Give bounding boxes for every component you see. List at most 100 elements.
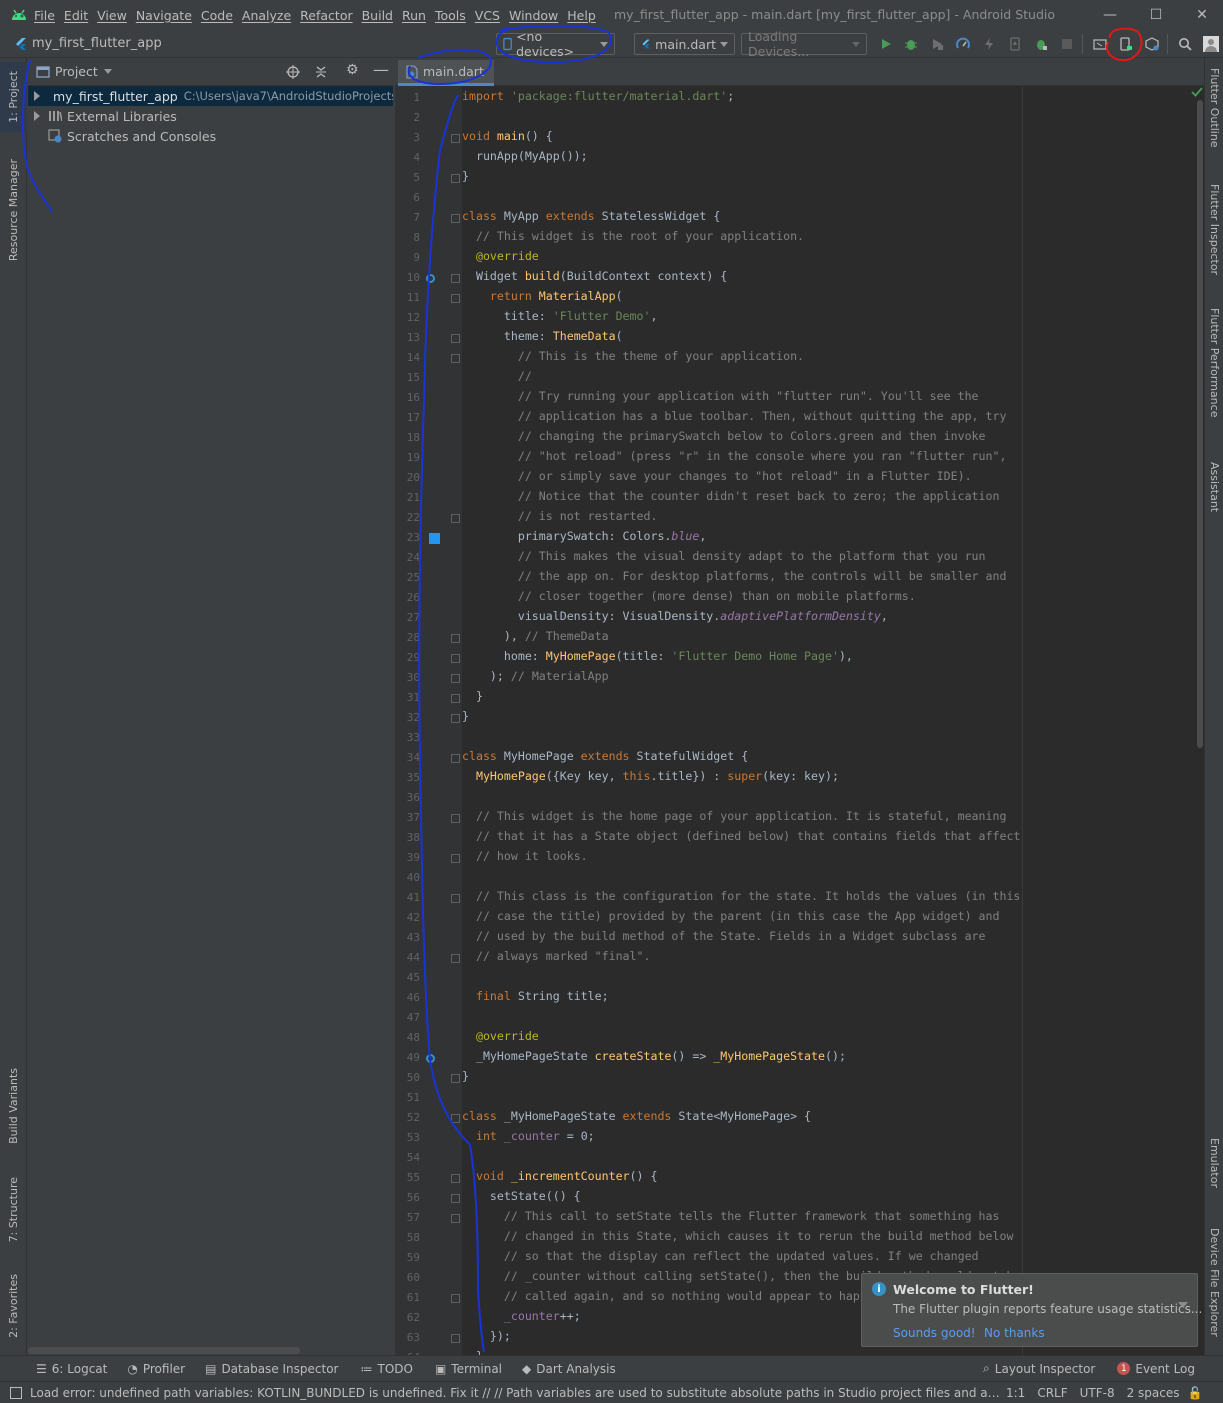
chevron-down-icon[interactable]: [103, 69, 112, 74]
code-line[interactable]: ), // ThemeData: [462, 629, 609, 643]
code-line[interactable]: runApp(MyApp());: [462, 149, 588, 163]
profile-icon[interactable]: [953, 34, 973, 54]
code-line[interactable]: //: [462, 369, 532, 383]
fold-marker-icon[interactable]: [451, 754, 460, 763]
code-line[interactable]: class MyApp extends StatelessWidget {: [462, 209, 720, 223]
fold-marker-icon[interactable]: [451, 1214, 460, 1223]
tool-tab-flutter-performance[interactable]: Flutter Performance: [1205, 308, 1223, 438]
code-line[interactable]: class MyHomePage extends StatefulWidget …: [462, 749, 748, 763]
tool-tab-project[interactable]: 1: Project: [0, 62, 27, 132]
menu-vcs[interactable]: VCS: [475, 8, 500, 23]
code-line[interactable]: // closer together (more dense) than on …: [462, 589, 916, 603]
code-line[interactable]: // Notice that the counter didn't reset …: [462, 489, 1000, 503]
fold-marker-icon[interactable]: [451, 354, 460, 363]
code-line[interactable]: @override: [462, 249, 539, 263]
menu-navigate[interactable]: Navigate: [136, 8, 192, 23]
code-line[interactable]: }: [462, 1069, 469, 1083]
menu-file[interactable]: File: [34, 8, 55, 23]
code-line[interactable]: }: [462, 689, 483, 703]
code-line[interactable]: import 'package:flutter/material.dart';: [462, 89, 734, 103]
tool-tab-flutter-outline[interactable]: Flutter Outline: [1205, 68, 1223, 178]
gear-icon[interactable]: ⚙: [346, 62, 359, 78]
fold-marker-icon[interactable]: [451, 1074, 460, 1083]
menu-run[interactable]: Run: [402, 8, 426, 23]
code-line[interactable]: home: MyHomePage(title: 'Flutter Demo Ho…: [462, 649, 853, 663]
code-line[interactable]: // changing the primarySwatch below to C…: [462, 429, 986, 443]
fold-marker-icon[interactable]: [451, 634, 460, 643]
tool-tab-logcat[interactable]: ☰ 6: Logcat: [36, 1362, 107, 1376]
user-avatar-icon[interactable]: [1201, 34, 1221, 54]
code-line[interactable]: // that it has a State object (defined b…: [462, 829, 1020, 843]
fold-marker-icon[interactable]: [451, 1334, 460, 1343]
minimize-button[interactable]: —: [1087, 0, 1133, 30]
fold-marker-icon[interactable]: [451, 674, 460, 683]
tool-windows-icon[interactable]: [10, 1386, 22, 1399]
fold-marker-icon[interactable]: [451, 334, 460, 343]
code-line[interactable]: // This widget is the root of your appli…: [462, 229, 804, 243]
override-marker-icon[interactable]: [426, 1054, 435, 1063]
tool-tab-device-file-explorer[interactable]: Device File Explorer: [1205, 1228, 1223, 1353]
caret-position[interactable]: 1:1: [1006, 1386, 1025, 1400]
coverage-icon[interactable]: [927, 34, 947, 54]
code-line[interactable]: // This widget is the home page of your …: [462, 809, 1006, 823]
fold-marker-icon[interactable]: [451, 954, 460, 963]
menu-window[interactable]: Window: [509, 8, 558, 23]
maximize-button[interactable]: ☐: [1133, 0, 1179, 30]
fold-marker-icon[interactable]: [451, 134, 460, 143]
fold-marker-icon[interactable]: [451, 1194, 460, 1203]
code-line[interactable]: // the app on. For desktop platforms, th…: [462, 569, 1007, 583]
fold-marker-icon[interactable]: [451, 654, 460, 663]
indent-setting[interactable]: 2 spaces: [1127, 1386, 1180, 1400]
menu-refactor[interactable]: Refactor: [300, 8, 352, 23]
code-line[interactable]: visualDensity: VisualDensity.adaptivePla…: [462, 609, 888, 623]
locate-icon[interactable]: [286, 64, 300, 79]
code-line[interactable]: // changed in this State, which causes i…: [462, 1229, 1014, 1243]
fold-marker-icon[interactable]: [451, 714, 460, 723]
hide-panel-icon[interactable]: —: [373, 60, 389, 79]
horizontal-scrollbar[interactable]: [28, 1347, 300, 1354]
code-line[interactable]: // This class is the configuration for t…: [462, 889, 1020, 903]
tree-item-project-root[interactable]: my_first_flutter_app C:\Users\java7\Andr…: [28, 86, 393, 106]
status-message[interactable]: Load error: undefined path variables: KO…: [30, 1386, 1002, 1400]
sdk-manager-icon[interactable]: [1142, 34, 1162, 54]
code-line[interactable]: primarySwatch: Colors.blue,: [462, 529, 706, 543]
code-line[interactable]: // used by the build method of the State…: [462, 929, 986, 943]
code-line[interactable]: // called again, and so nothing would ap…: [462, 1289, 888, 1303]
file-encoding[interactable]: UTF-8: [1080, 1386, 1115, 1400]
project-view-selector[interactable]: Project: [55, 64, 98, 79]
tool-tab-resource-manager[interactable]: Resource Manager: [0, 150, 27, 270]
editor-scrollbar-thumb[interactable]: [1197, 100, 1203, 748]
code-line[interactable]: final String title;: [462, 989, 609, 1003]
fold-marker-icon[interactable]: [451, 694, 460, 703]
chevron-right-icon[interactable]: [34, 91, 40, 101]
code-line[interactable]: _MyHomePageState createState() => _MyHom…: [462, 1049, 846, 1063]
close-button[interactable]: ✕: [1179, 0, 1223, 30]
fold-marker-icon[interactable]: [451, 1174, 460, 1183]
fold-marker-icon[interactable]: [451, 814, 460, 823]
fold-marker-icon[interactable]: [451, 514, 460, 523]
menu-build[interactable]: Build: [362, 8, 393, 23]
code-line[interactable]: theme: ThemeData(: [462, 329, 623, 343]
code-line[interactable]: @override: [462, 1029, 539, 1043]
code-line[interactable]: });: [462, 1329, 511, 1343]
avd-manager-icon[interactable]: [1116, 34, 1136, 54]
tool-tab-profiler[interactable]: ◔ Profiler: [127, 1362, 185, 1376]
tool-tab-terminal[interactable]: ▣ Terminal: [435, 1362, 502, 1376]
breadcrumb[interactable]: my_first_flutter_app: [14, 36, 162, 51]
code-line[interactable]: // application has a blue toolbar. Then,…: [462, 409, 1007, 423]
tool-tab-favorites[interactable]: 2: Favorites: [0, 1263, 27, 1348]
lock-icon[interactable]: 🔓: [1188, 1386, 1203, 1400]
code-line[interactable]: void main() {: [462, 129, 553, 143]
code-line[interactable]: int _counter = 0;: [462, 1129, 595, 1143]
collapse-all-icon[interactable]: [314, 65, 328, 79]
fold-marker-icon[interactable]: [451, 1114, 460, 1123]
tool-tab-dart-analysis[interactable]: ◆ Dart Analysis: [522, 1362, 616, 1376]
code-line[interactable]: setState(() {: [462, 1189, 581, 1203]
tool-tab-layout-inspector[interactable]: ⌕ Layout Inspector: [983, 1361, 1095, 1376]
code-line[interactable]: title: 'Flutter Demo',: [462, 309, 658, 323]
code-line[interactable]: // "hot reload" (press "r" in the consol…: [462, 449, 1007, 463]
debug-icon[interactable]: [901, 34, 921, 54]
code-line[interactable]: ); // MaterialApp: [462, 669, 609, 683]
decline-link[interactable]: No thanks: [984, 1326, 1045, 1340]
fold-marker-icon[interactable]: [451, 1294, 460, 1303]
